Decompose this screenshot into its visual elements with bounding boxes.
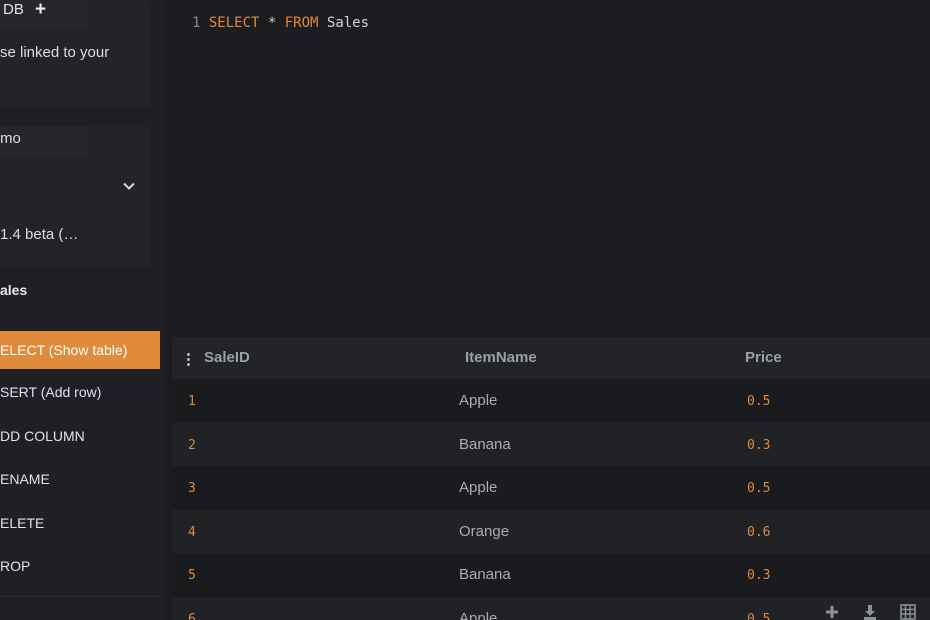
table-actions-menu: ELECT (Show table) SERT (Add row) DD COL… <box>0 331 160 592</box>
table-row[interactable]: 4 Orange 0.6 <box>172 509 930 553</box>
table-row[interactable]: 1 Apple 0.5 <box>172 379 930 423</box>
star-operator: * <box>259 15 285 31</box>
keyword-from: FROM <box>284 15 319 31</box>
menu-item-add-column[interactable]: DD COLUMN <box>0 418 160 462</box>
table-header: ⋮ SaleID ItemName Price <box>172 337 930 379</box>
plus-icon[interactable]: + <box>35 0 46 21</box>
keyword-select: SELECT <box>208 15 260 31</box>
cell-price: 0.3 <box>747 568 771 583</box>
column-header-saleid[interactable]: SaleID <box>204 349 250 366</box>
table-row[interactable]: 2 Banana 0.3 <box>172 422 930 466</box>
version-label: 1.4 beta (… <box>0 226 79 243</box>
table-identifier: Sales <box>318 15 370 31</box>
menu-item-select[interactable]: ELECT (Show table) <box>0 331 160 369</box>
sql-editor[interactable]: 1 SELECT * FROM Sales <box>165 0 930 322</box>
cell-price: 0.5 <box>747 481 771 496</box>
cell-itemname: Orange <box>459 522 510 540</box>
grid-icon[interactable] <box>900 604 916 620</box>
add-row-icon[interactable] <box>824 604 840 620</box>
sidebar: DB + se linked to your mo 1.4 beta (… al… <box>0 0 165 620</box>
cell-saleid: 3 <box>188 481 196 496</box>
column-header-itemname[interactable]: ItemName <box>465 349 537 366</box>
cell-itemname: Banana <box>459 435 511 453</box>
table-row[interactable]: 5 Banana 0.3 <box>172 553 930 597</box>
download-icon[interactable] <box>862 604 878 620</box>
table-row[interactable]: 3 Apple 0.5 <box>172 466 930 510</box>
table-row[interactable]: 6 Apple 0.5 <box>172 596 930 620</box>
cell-saleid: 4 <box>188 524 196 540</box>
cell-price: 0.5 <box>747 611 771 620</box>
line-number: 1 <box>192 15 201 31</box>
database-card: DB + se linked to your <box>0 0 150 107</box>
cell-saleid: 2 <box>188 437 196 453</box>
database-title-box: DB + <box>0 0 88 28</box>
cell-itemname: Apple <box>459 479 498 496</box>
results-table: ⋮ SaleID ItemName Price 1 Apple 0.5 2 Ba… <box>172 337 930 620</box>
database-title: DB <box>3 1 24 18</box>
cell-saleid: 6 <box>188 611 196 620</box>
demo-label: mo <box>0 130 21 147</box>
cell-saleid: 5 <box>188 568 196 583</box>
app-window: DB + se linked to your mo 1.4 beta (… al… <box>0 0 930 620</box>
code-line: 1 SELECT * FROM Sales <box>192 15 369 31</box>
demo-label-box[interactable]: mo <box>0 126 88 156</box>
cell-price: 0.3 <box>747 437 771 453</box>
cell-saleid: 1 <box>188 394 196 409</box>
table-toolbar <box>824 604 916 620</box>
cell-itemname: Banana <box>459 566 511 583</box>
menu-item-delete[interactable]: ELETE <box>0 505 160 549</box>
column-header-price[interactable]: Price <box>745 349 782 366</box>
menu-item-drop[interactable]: ROP <box>0 548 160 592</box>
table-name-heading: ales <box>0 282 28 298</box>
menu-item-rename[interactable]: ENAME <box>0 461 160 505</box>
cell-price: 0.5 <box>747 394 771 409</box>
cell-price: 0.6 <box>747 524 771 540</box>
sidebar-divider <box>0 596 160 597</box>
settings-card: mo 1.4 beta (… <box>0 126 150 267</box>
column-menu-icon[interactable]: ⋮ <box>181 350 196 368</box>
cell-itemname: Apple <box>459 609 498 620</box>
chevron-down-icon[interactable] <box>121 178 137 194</box>
database-description: se linked to your <box>0 44 110 61</box>
cell-itemname: Apple <box>459 392 498 409</box>
menu-item-insert[interactable]: SERT (Add row) <box>0 374 160 418</box>
